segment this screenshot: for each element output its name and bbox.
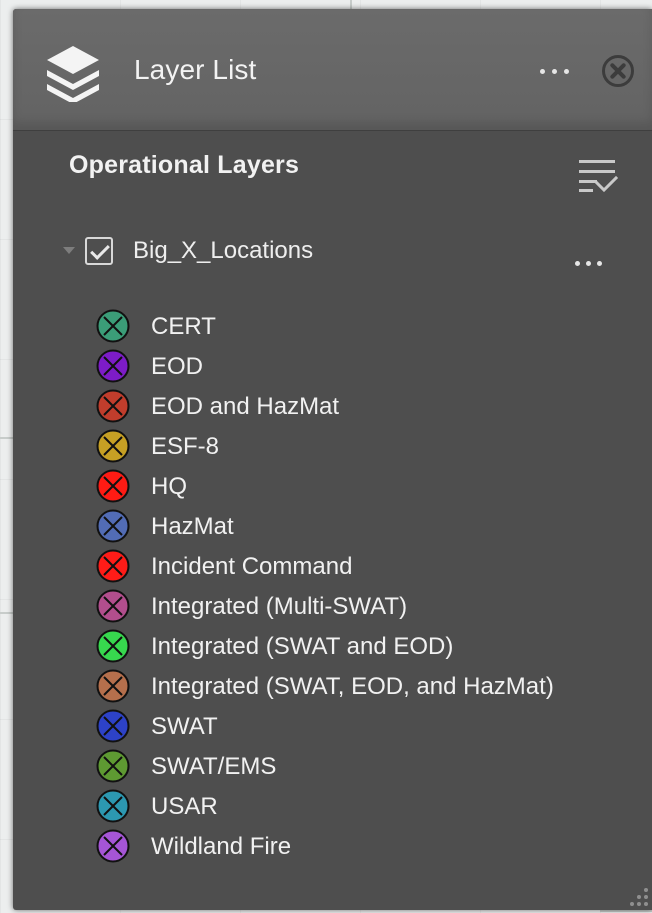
expand-arrow-icon[interactable] [63, 247, 75, 254]
legend-item: EOD and HazMat [96, 385, 636, 425]
legend-label: EOD and HazMat [151, 393, 340, 420]
x-marker-icon [96, 469, 130, 503]
x-marker-icon [96, 509, 130, 543]
legend-item: SWAT/EMS [96, 745, 636, 785]
resize-dot-icon [644, 888, 648, 892]
map-road-line [350, 0, 352, 9]
legend-item: Integrated (SWAT, EOD, and HazMat) [96, 665, 636, 705]
legend-label: USAR [151, 793, 218, 820]
legend-item: USAR [96, 785, 636, 825]
x-marker-icon [96, 309, 130, 343]
x-marker-icon [96, 389, 130, 423]
legend-label: ESF-8 [151, 433, 220, 460]
ellipsis-dot-icon [597, 261, 602, 266]
header-more-button[interactable] [538, 64, 574, 78]
ellipsis-dot-icon [586, 261, 591, 266]
legend-label: Incident Command [151, 553, 353, 580]
layer-more-button[interactable] [573, 256, 609, 270]
ellipsis-dot-icon [540, 69, 545, 74]
section-title: Operational Layers [69, 151, 300, 179]
legend-item: HQ [96, 465, 636, 505]
layer-list-panel: Layer List Operational Layers Big_X_Loca… [13, 9, 652, 910]
resize-handle-icon[interactable] [626, 884, 652, 910]
legend-label: SWAT [151, 713, 218, 740]
legend-label: HazMat [151, 513, 234, 540]
legend-item: EOD [96, 345, 636, 385]
x-marker-icon [96, 429, 130, 463]
ellipsis-dot-icon [564, 69, 569, 74]
layer-name[interactable]: Big_X_Locations [133, 237, 313, 265]
legend-item: Integrated (Multi-SWAT) [96, 585, 636, 625]
panel-title: Layer List [134, 54, 257, 85]
legend-item: CERT [96, 305, 636, 345]
map-road-line [0, 612, 13, 614]
resize-dot-icon [644, 902, 648, 906]
x-marker-icon [96, 749, 130, 783]
map-road-line [0, 437, 13, 439]
resize-dot-icon [644, 895, 648, 899]
legend-label: Integrated (Multi-SWAT) [151, 593, 408, 620]
legend-item: SWAT [96, 705, 636, 745]
legend-label: Wildland Fire [151, 833, 292, 860]
layer-row-big-x-locations[interactable]: Big_X_Locations [63, 231, 623, 273]
legend-label: Integrated (SWAT and EOD) [151, 633, 454, 660]
legend-label: EOD [151, 353, 204, 380]
ellipsis-dot-icon [552, 69, 557, 74]
x-marker-icon [96, 549, 130, 583]
legend-item: Wildland Fire [96, 825, 636, 865]
map-road-line [600, 910, 652, 912]
legend-list: CERT EOD EOD and HazMat ESF-8 HQ HazMat Incide… [96, 305, 636, 865]
legend-label: Integrated (SWAT, EOD, and HazMat) [151, 673, 554, 700]
filter-check-icon[interactable] [577, 158, 619, 194]
layers-icon [47, 46, 99, 102]
x-marker-icon [96, 589, 130, 623]
legend-label: SWAT/EMS [151, 753, 277, 780]
legend-item: Integrated (SWAT and EOD) [96, 625, 636, 665]
legend-item: HazMat [96, 505, 636, 545]
x-marker-icon [96, 629, 130, 663]
layer-visibility-checkbox[interactable] [85, 237, 113, 265]
legend-label: HQ [151, 473, 187, 500]
panel-header: Layer List [13, 9, 652, 131]
ellipsis-dot-icon [575, 261, 580, 266]
legend-item: ESF-8 [96, 425, 636, 465]
resize-dot-icon [637, 902, 641, 906]
resize-dot-icon [637, 895, 641, 899]
x-marker-icon [96, 709, 130, 743]
x-marker-icon [96, 829, 130, 863]
x-marker-icon [96, 669, 130, 703]
resize-dot-icon [630, 902, 634, 906]
legend-item: Incident Command [96, 545, 636, 585]
legend-label: CERT [151, 313, 216, 340]
x-marker-icon [96, 789, 130, 823]
x-marker-icon [96, 349, 130, 383]
close-button[interactable] [602, 55, 634, 87]
